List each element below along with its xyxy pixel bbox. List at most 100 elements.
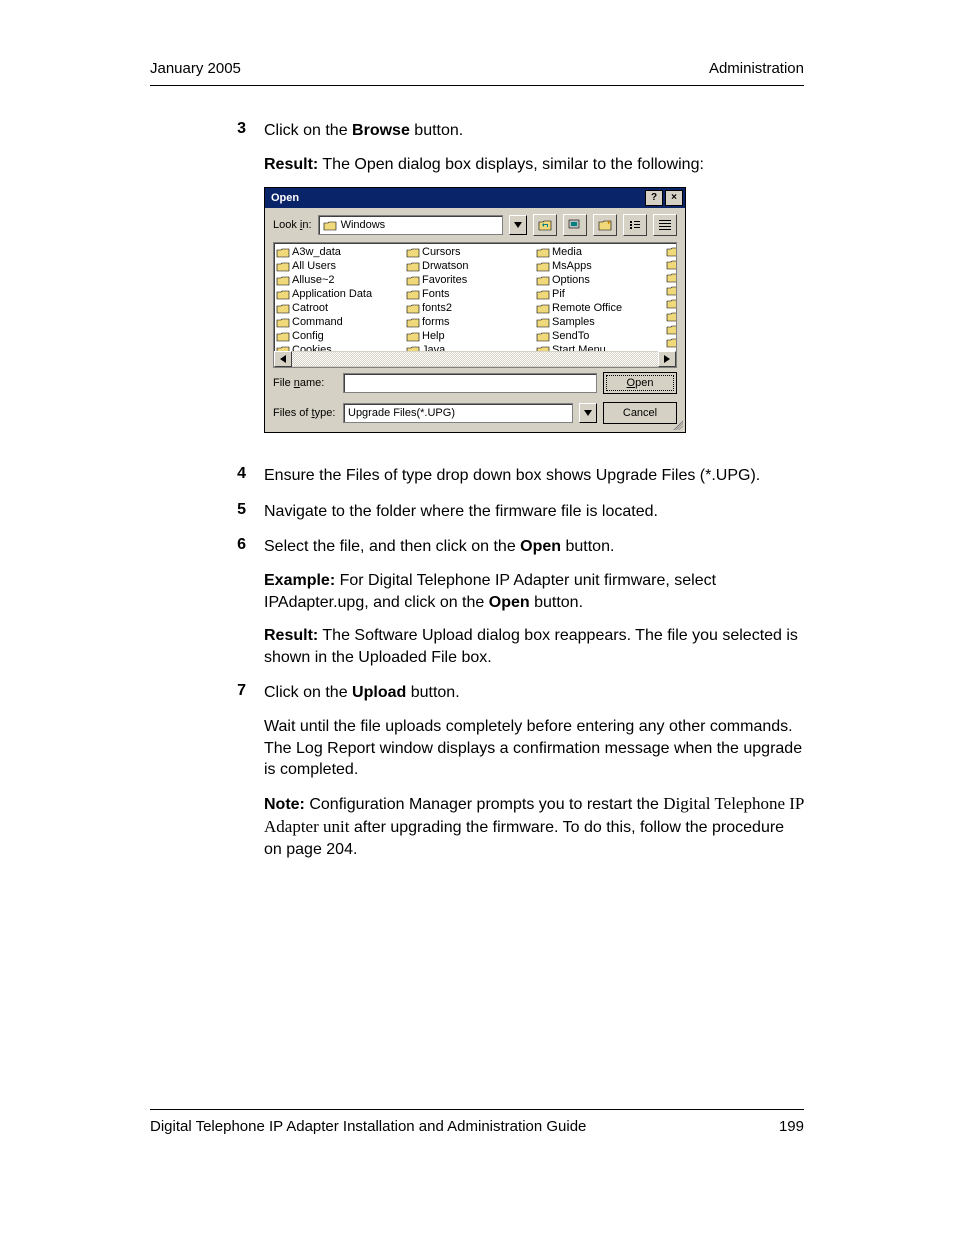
lookin-dropdown-button[interactable] [509, 215, 527, 235]
filetype-dropdown-button[interactable] [579, 403, 597, 423]
step-6-example: Example: For Digital Telephone IP Adapte… [264, 570, 804, 613]
folder-icon [666, 298, 676, 309]
list-item[interactable]: Help [406, 329, 536, 343]
list-item-label: All Users [292, 259, 336, 274]
list-view-button[interactable] [623, 214, 647, 236]
folder-icon [666, 246, 676, 257]
close-button[interactable]: × [665, 190, 683, 206]
list-item[interactable]: Cookies [276, 343, 406, 351]
step-number: 5 [0, 501, 264, 523]
folder-icon [536, 275, 550, 286]
list-item[interactable]: SendTo [536, 329, 666, 343]
list-item[interactable] [666, 258, 676, 271]
folder-icon [276, 247, 290, 258]
list-item-label: Fonts [422, 287, 450, 302]
list-item[interactable]: Media [536, 245, 666, 259]
list-item[interactable]: Fonts [406, 287, 536, 301]
list-item[interactable] [666, 284, 676, 297]
list-item[interactable]: Favorites [406, 273, 536, 287]
folder-icon [536, 247, 550, 258]
lookin-combo[interactable]: Windows [318, 215, 503, 235]
step-3-result: Result: The Open dialog box displays, si… [264, 154, 804, 176]
scroll-right-button[interactable] [658, 351, 676, 367]
file-list[interactable]: A3w_dataAll UsersAlluse~2Application Dat… [273, 242, 677, 368]
list-item-label: MsApps [552, 259, 592, 274]
step-number: 7 [0, 682, 264, 860]
desktop-button[interactable] [563, 214, 587, 236]
list-item[interactable]: Config [276, 329, 406, 343]
list-item[interactable]: Start Menu [536, 343, 666, 351]
list-item[interactable] [666, 271, 676, 284]
filename-label: File name: [273, 376, 337, 391]
list-item[interactable] [666, 245, 676, 258]
list-item[interactable]: fonts2 [406, 301, 536, 315]
list-item-label: fonts2 [422, 301, 452, 316]
lookin-value: Windows [341, 218, 386, 233]
cancel-button[interactable]: Cancel [603, 402, 677, 424]
scroll-track[interactable] [292, 352, 658, 366]
horizontal-scrollbar[interactable] [274, 351, 676, 367]
list-item[interactable]: Command [276, 315, 406, 329]
filename-input[interactable] [343, 373, 597, 393]
step-7-wait: Wait until the file uploads completely b… [264, 716, 804, 781]
list-item[interactable]: All Users [276, 259, 406, 273]
folder-icon [406, 331, 420, 342]
list-item[interactable]: Remote Office [536, 301, 666, 315]
list-item-label: Cookies [292, 343, 332, 351]
list-item-label: Cursors [422, 245, 461, 260]
folder-icon [276, 317, 290, 328]
dialog-titlebar[interactable]: Open ? × [265, 188, 685, 208]
resize-grip[interactable] [671, 418, 683, 430]
folder-icon [666, 259, 676, 270]
list-item-label: Java [422, 343, 445, 351]
list-item[interactable]: forms [406, 315, 536, 329]
step-4-text: Ensure the Files of type drop down box s… [264, 465, 804, 487]
list-item[interactable]: Drwatson [406, 259, 536, 273]
list-item-label: Drwatson [422, 259, 468, 274]
list-item-label: forms [422, 315, 450, 330]
list-item[interactable]: Cursors [406, 245, 536, 259]
details-view-button[interactable] [653, 214, 677, 236]
header-rule [150, 85, 804, 86]
list-item-label: Favorites [422, 273, 467, 288]
list-item[interactable] [666, 336, 676, 349]
step-number: 3 [0, 120, 264, 451]
scroll-left-button[interactable] [274, 351, 292, 367]
list-item-label: Pif [552, 287, 565, 302]
step-5-text: Navigate to the folder where the firmwar… [264, 501, 804, 523]
list-item[interactable]: Application Data [276, 287, 406, 301]
filetype-combo[interactable]: Upgrade Files(*.UPG) [343, 403, 573, 423]
list-item[interactable] [666, 323, 676, 336]
folder-icon [406, 303, 420, 314]
list-item[interactable]: Samples [536, 315, 666, 329]
list-item[interactable] [666, 310, 676, 323]
list-item[interactable]: Alluse~2 [276, 273, 406, 287]
list-item[interactable]: MsApps [536, 259, 666, 273]
list-item[interactable]: Options [536, 273, 666, 287]
list-item[interactable]: Java [406, 343, 536, 351]
list-item-label: SendTo [552, 329, 589, 344]
step-number: 4 [0, 465, 264, 487]
step-6-text: Select the file, and then click on the O… [264, 536, 804, 558]
list-item[interactable]: A3w_data [276, 245, 406, 259]
help-button[interactable]: ? [645, 190, 663, 206]
folder-icon [666, 272, 676, 283]
list-item[interactable]: Catroot [276, 301, 406, 315]
folder-icon [406, 289, 420, 300]
new-folder-button[interactable] [593, 214, 617, 236]
list-item-label: Command [292, 315, 343, 330]
folder-icon [536, 317, 550, 328]
open-button[interactable]: Open [603, 372, 677, 394]
list-item-label: Remote Office [552, 301, 622, 316]
list-item[interactable]: Pif [536, 287, 666, 301]
filetype-label: Files of type: [273, 406, 337, 421]
dialog-title: Open [271, 191, 299, 206]
list-item-label: Samples [552, 315, 595, 330]
list-item-label: Config [292, 329, 324, 344]
folder-icon [406, 317, 420, 328]
folder-icon [666, 324, 676, 335]
list-item[interactable] [666, 297, 676, 310]
list-item-label: Catroot [292, 301, 328, 316]
list-item-label: Alluse~2 [292, 273, 335, 288]
up-one-level-button[interactable] [533, 214, 557, 236]
